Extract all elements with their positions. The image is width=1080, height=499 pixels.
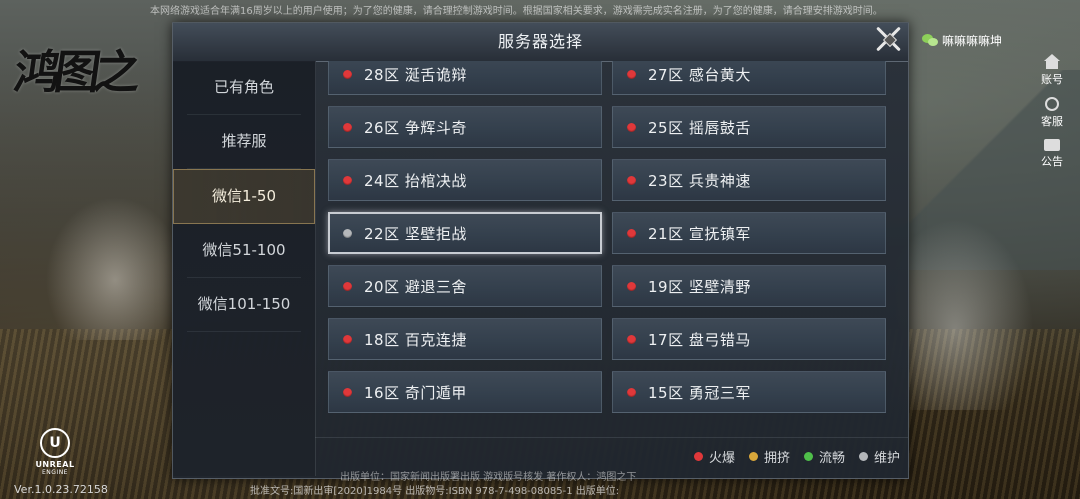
server-button[interactable]: 18区 百克连捷 xyxy=(328,318,602,360)
server-button[interactable]: 23区 兵贵神速 xyxy=(612,159,886,201)
health-notice: 本网络游戏适合年满16周岁以上的用户使用；为了您的健康，请合理控制游戏时间。根据… xyxy=(150,6,883,17)
server-label: 25区 摇唇鼓舌 xyxy=(648,118,751,137)
game-logo: 鸿图之 xyxy=(10,45,139,99)
status-dot-icon xyxy=(343,387,352,397)
legend-dot-icon xyxy=(858,452,868,461)
server-label: 28区 涎舌诡辩 xyxy=(364,65,467,84)
publisher-notice: 出版单位：国家新闻出版署出版 游戏版号核发 著作权人：鸿图之下 xyxy=(340,472,637,483)
legend-label: 火爆 xyxy=(708,451,735,466)
user-name: 嘛嘛嘛嘛坤 xyxy=(942,34,1003,48)
server-label: 16区 奇门遁甲 xyxy=(364,383,467,402)
server-button[interactable]: 16区 奇门遁甲 xyxy=(328,371,602,413)
close-button[interactable] xyxy=(872,21,906,55)
server-button[interactable]: 27区 感台黄大 xyxy=(612,61,886,95)
server-label: 18区 百克连捷 xyxy=(364,330,467,349)
status-dot-icon xyxy=(343,69,352,79)
status-dot-icon xyxy=(627,387,636,397)
server-select-dialog: 服务器选择 已有角色 推荐服 微信1-50 微信51-100 微信101-150… xyxy=(172,22,909,479)
chat-bubble-icon xyxy=(1044,139,1060,151)
server-label: 19区 坚壁清野 xyxy=(648,277,751,296)
server-button[interactable]: 28区 涎舌诡辩 xyxy=(328,61,602,95)
status-dot-icon xyxy=(343,281,352,291)
version-label: Ver.1.0.23.72158 xyxy=(14,483,108,496)
server-button[interactable]: 25区 摇唇鼓舌 xyxy=(612,106,886,148)
server-list[interactable]: 28区 涎舌诡辩 27区 感台黄大 26区 争辉斗奇 25区 摇唇鼓舌 24区 抬棺决战… xyxy=(315,61,908,436)
legend-dot-icon xyxy=(693,452,703,461)
legend-label: 流畅 xyxy=(818,451,845,466)
dialog-header: 服务器选择 xyxy=(173,23,908,62)
customer-service-icon xyxy=(1045,97,1059,111)
server-button[interactable]: 15区 勇冠三军 xyxy=(612,371,886,413)
background-rider-left xyxy=(40,190,190,340)
server-button[interactable]: 26区 争辉斗奇 xyxy=(328,106,602,148)
legend-label: 维护 xyxy=(873,451,900,466)
tab-recommended[interactable]: 推荐服 xyxy=(187,115,301,169)
legend-dot-icon xyxy=(748,452,758,461)
tab-wechat-1-50[interactable]: 微信1-50 xyxy=(173,169,315,224)
server-label: 27区 感台黄大 xyxy=(648,65,751,84)
user-badge[interactable]: 嘛嘛嘛嘛坤 xyxy=(922,32,1002,49)
account-label: 账号 xyxy=(1041,73,1063,86)
announcement-button[interactable]: 公告 xyxy=(1041,139,1063,169)
status-dot-icon xyxy=(627,281,636,291)
engine-line2: ENGINE xyxy=(42,469,68,476)
account-button[interactable]: 账号 xyxy=(1041,54,1063,87)
status-dot-icon xyxy=(343,334,352,344)
status-dot-icon xyxy=(627,334,636,344)
server-button[interactable]: 20区 避退三舍 xyxy=(328,265,602,307)
dialog-title: 服务器选择 xyxy=(497,32,583,51)
server-label: 26区 争辉斗奇 xyxy=(364,118,467,137)
status-dot-icon xyxy=(627,69,636,79)
wechat-icon xyxy=(922,33,938,48)
server-label: 21区 宣抚镇军 xyxy=(648,224,751,243)
approval-notice: 批准文号:国新出审[2020]1984号 出版物号:ISBN 978-7-498… xyxy=(250,486,620,497)
home-icon xyxy=(1044,54,1060,61)
server-grid: 28区 涎舌诡辩 27区 感台黄大 26区 争辉斗奇 25区 摇唇鼓舌 24区 抬棺决战… xyxy=(328,61,888,413)
status-dot-icon xyxy=(343,175,352,185)
status-legend: 火爆 拥挤 流畅 维护 xyxy=(693,447,900,466)
unreal-icon: U xyxy=(40,428,70,458)
side-menu: 账号 客服 公告 xyxy=(1038,54,1066,169)
server-label: 20区 避退三舍 xyxy=(364,277,467,296)
server-button[interactable]: 22区 坚壁拒战 xyxy=(328,212,602,254)
status-dot-icon xyxy=(627,228,636,238)
customer-service-button[interactable]: 客服 xyxy=(1041,97,1063,129)
customer-service-label: 客服 xyxy=(1041,115,1063,128)
unreal-engine-logo: U UNREAL ENGINE xyxy=(30,428,80,476)
server-button[interactable]: 21区 宣抚镇军 xyxy=(612,212,886,254)
server-label: 22区 坚壁拒战 xyxy=(364,224,467,243)
server-button[interactable]: 24区 抬棺决战 xyxy=(328,159,602,201)
tab-wechat-101-150[interactable]: 微信101-150 xyxy=(187,278,301,332)
status-dot-icon xyxy=(343,228,352,238)
status-dot-icon xyxy=(627,122,636,132)
server-group-tabs: 已有角色 推荐服 微信1-50 微信51-100 微信101-150 xyxy=(173,61,316,476)
legend-item: 拥挤 xyxy=(748,447,790,466)
server-button[interactable]: 17区 盘弓错马 xyxy=(612,318,886,360)
announcement-label: 公告 xyxy=(1041,155,1063,168)
server-label: 15区 勇冠三军 xyxy=(648,383,751,402)
engine-line1: UNREAL xyxy=(35,460,75,469)
server-label: 24区 抬棺决战 xyxy=(364,171,467,190)
server-label: 17区 盘弓错马 xyxy=(648,330,751,349)
status-dot-icon xyxy=(627,175,636,185)
legend-item: 流畅 xyxy=(803,447,845,466)
status-dot-icon xyxy=(343,122,352,132)
server-label: 23区 兵贵神速 xyxy=(648,171,751,190)
tab-existing-roles[interactable]: 已有角色 xyxy=(187,61,301,115)
tab-wechat-51-100[interactable]: 微信51-100 xyxy=(187,224,301,278)
legend-item: 火爆 xyxy=(693,447,735,466)
legend-dot-icon xyxy=(803,452,813,461)
legend-label: 拥挤 xyxy=(763,451,790,466)
server-button[interactable]: 19区 坚壁清野 xyxy=(612,265,886,307)
legend-item: 维护 xyxy=(858,447,900,466)
